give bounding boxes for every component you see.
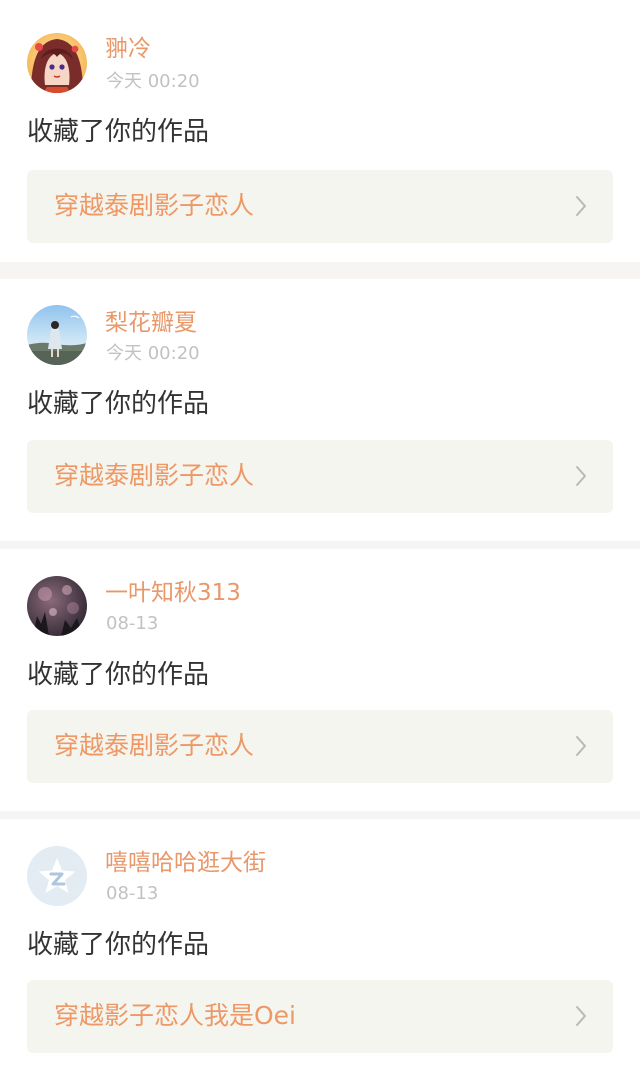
action-text: 收藏了你的作品 [27, 117, 210, 147]
notification-card: 嘻嘻哈哈逛大街 08-13 收藏了你的作品 穿越影子恋人我是Oei [0, 819, 640, 1067]
work-link[interactable]: 穿越泰剧影子恋人 [27, 710, 613, 783]
work-link[interactable]: 穿越泰剧影子恋人 [27, 440, 613, 513]
notification-card: 一叶知秋313 08-13 收藏了你的作品 穿越泰剧影子恋人 [0, 549, 640, 811]
avatar[interactable] [27, 305, 87, 365]
action-text: 收藏了你的作品 [27, 930, 210, 960]
notification-card: 翀冷 今天 00:20 收藏了你的作品 穿越泰剧影子恋人 [0, 0, 640, 262]
username[interactable]: 嘻嘻哈哈逛大街 [105, 848, 266, 878]
chevron-right-icon [575, 195, 587, 217]
username[interactable]: 一叶知秋313 [105, 578, 241, 608]
avatar[interactable] [27, 33, 87, 93]
action-text: 收藏了你的作品 [27, 389, 210, 419]
timestamp: 08-13 [106, 883, 159, 904]
timestamp: 今天 00:20 [106, 71, 200, 92]
notification-card: 梨花瓣夏 今天 00:20 收藏了你的作品 穿越泰剧影子恋人 [0, 279, 640, 541]
work-link[interactable]: 穿越影子恋人我是Oei [27, 980, 613, 1053]
chevron-right-icon [575, 735, 587, 757]
action-text: 收藏了你的作品 [27, 660, 210, 690]
avatar[interactable] [27, 576, 87, 636]
timestamp: 今天 00:20 [106, 343, 200, 364]
avatar[interactable] [27, 846, 87, 906]
username[interactable]: 翀冷 [105, 34, 151, 64]
chevron-right-icon [575, 1005, 587, 1027]
work-title: 穿越泰剧影子恋人 [54, 731, 255, 760]
timestamp: 08-13 [106, 613, 159, 634]
anime-girl-avatar-icon [27, 33, 87, 93]
work-link[interactable]: 穿越泰剧影子恋人 [27, 170, 613, 243]
dark-bokeh-avatar-icon [27, 576, 87, 636]
work-title: 穿越泰剧影子恋人 [54, 191, 255, 220]
chevron-right-icon [575, 465, 587, 487]
work-title: 穿越泰剧影子恋人 [54, 461, 255, 490]
girl-in-field-avatar-icon [27, 305, 87, 365]
default-star-avatar-icon [27, 846, 87, 906]
work-title: 穿越影子恋人我是Oei [54, 1001, 297, 1030]
username[interactable]: 梨花瓣夏 [105, 308, 197, 338]
